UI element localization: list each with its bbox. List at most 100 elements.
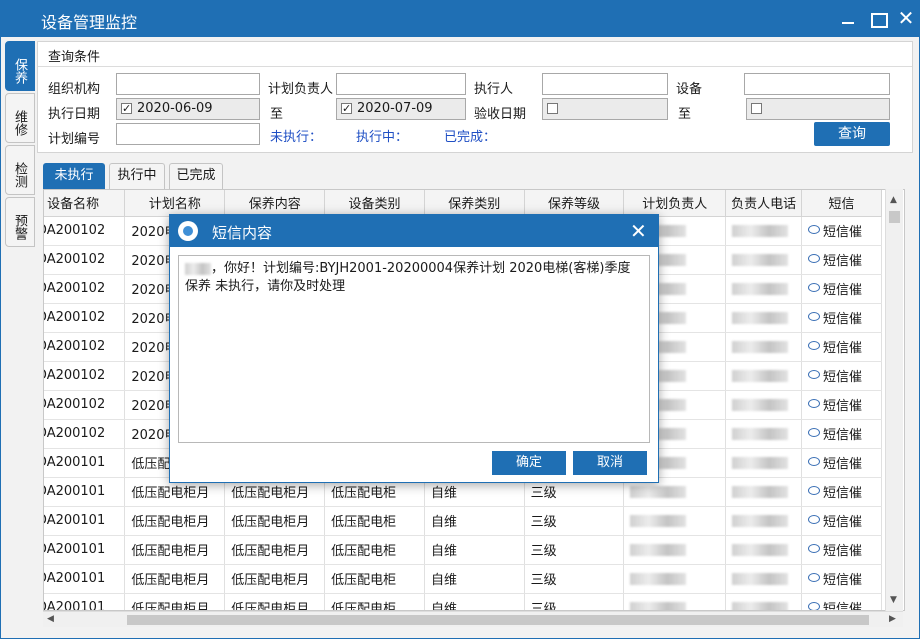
- side-tab-repair[interactable]: 维修: [5, 93, 35, 143]
- table-cell[interactable]: 短信催: [801, 419, 882, 449]
- sms-icon: [808, 457, 821, 466]
- vertical-scrollbar[interactable]: ▲ ▼: [885, 189, 903, 611]
- ok-button[interactable]: 确定: [492, 451, 566, 475]
- col-plan-owner[interactable]: 计划负责人: [623, 190, 727, 217]
- sms-remind-link[interactable]: 短信催: [823, 515, 862, 530]
- sms-remind-link[interactable]: 短信催: [823, 312, 862, 327]
- sms-remind-link[interactable]: 短信催: [823, 341, 862, 356]
- table-cell[interactable]: 短信催: [801, 303, 882, 333]
- to-label-2: 至: [678, 107, 692, 122]
- exec-date-to-field[interactable]: ✓ 2020-07-09: [336, 98, 466, 120]
- sms-remind-link[interactable]: 短信催: [823, 283, 862, 298]
- redacted-value: [732, 398, 789, 411]
- status-done: 已完成：: [444, 130, 497, 145]
- table-cell[interactable]: 短信催: [801, 564, 882, 594]
- table-cell[interactable]: 短信催: [801, 477, 882, 507]
- scroll-up-icon[interactable]: ▲: [890, 195, 897, 205]
- col-device-name[interactable]: 设备名称: [44, 190, 126, 217]
- table-row[interactable]: BDA200101低压配电柜月低压配电柜月低压配电柜自维三级短信催: [44, 564, 882, 594]
- side-tab-inspection[interactable]: 检测: [5, 145, 35, 195]
- scroll-down-icon[interactable]: ▼: [890, 595, 897, 605]
- exec-date-from-checkbox[interactable]: ✓: [121, 103, 132, 114]
- tab-pending[interactable]: 未执行: [43, 163, 105, 189]
- redacted-value: [630, 601, 687, 610]
- table-cell[interactable]: 短信催: [801, 216, 882, 246]
- plan-owner-input[interactable]: [336, 73, 466, 95]
- sms-icon: [808, 544, 821, 553]
- table-cell: [725, 390, 803, 420]
- table-cell[interactable]: 短信催: [801, 535, 882, 565]
- table-cell: BDA200102: [44, 303, 126, 333]
- sms-remind-link[interactable]: 短信催: [823, 457, 862, 472]
- accept-date-to-checkbox[interactable]: [751, 103, 762, 114]
- executor-input[interactable]: [542, 73, 668, 95]
- scroll-thumb[interactable]: [889, 211, 900, 223]
- exec-date-to-checkbox[interactable]: ✓: [341, 103, 352, 114]
- scroll-left-icon[interactable]: ◀: [47, 614, 54, 624]
- accept-date-from-field[interactable]: [542, 98, 668, 120]
- sms-remind-link[interactable]: 短信催: [823, 225, 862, 240]
- table-cell: [725, 245, 803, 275]
- table-cell: 低压配电柜月: [224, 564, 326, 594]
- sms-remind-link[interactable]: 短信催: [823, 544, 862, 559]
- table-cell: 低压配电柜月: [124, 535, 226, 565]
- table-row[interactable]: BDA200101低压配电柜月低压配电柜月低压配电柜自维三级短信催: [44, 593, 882, 610]
- sms-icon: [808, 602, 821, 610]
- sms-remind-link[interactable]: 短信催: [823, 602, 862, 610]
- accept-date-from-checkbox[interactable]: [547, 103, 558, 114]
- side-tab-warning[interactable]: 预警: [5, 197, 35, 247]
- tab-done[interactable]: 已完成: [169, 163, 223, 189]
- close-icon[interactable]: ✕: [895, 8, 917, 29]
- table-cell: BDA200101: [44, 535, 126, 565]
- table-cell[interactable]: 短信催: [801, 448, 882, 478]
- org-input[interactable]: [116, 73, 260, 95]
- query-button[interactable]: 查询: [814, 122, 890, 146]
- minimize-icon[interactable]: [837, 9, 859, 29]
- col-content[interactable]: 保养内容: [224, 190, 326, 217]
- horizontal-scrollbar[interactable]: ◀ ▶: [43, 611, 903, 627]
- cancel-button[interactable]: 取消: [573, 451, 647, 475]
- table-cell[interactable]: 短信催: [801, 361, 882, 391]
- scroll-right-icon[interactable]: ▶: [889, 614, 896, 624]
- sms-remind-link[interactable]: 短信催: [823, 428, 862, 443]
- table-cell[interactable]: 短信催: [801, 506, 882, 536]
- table-cell: BDA200101: [44, 564, 126, 594]
- accept-date-to-field[interactable]: [746, 98, 890, 120]
- table-cell: 低压配电柜月: [124, 564, 226, 594]
- table-row[interactable]: BDA200101低压配电柜月低压配电柜月低压配电柜自维三级短信催: [44, 506, 882, 536]
- maximize-icon[interactable]: [867, 9, 889, 29]
- sms-remind-link[interactable]: 短信催: [823, 370, 862, 385]
- side-tab-maintenance[interactable]: 保养: [5, 41, 35, 91]
- col-device-type[interactable]: 设备类别: [324, 190, 425, 217]
- table-cell[interactable]: 短信催: [801, 390, 882, 420]
- sms-remind-link[interactable]: 短信催: [823, 573, 862, 588]
- col-plan-name[interactable]: 计划名称: [124, 190, 226, 217]
- sms-content-textarea[interactable]: ，你好！计划编号:BYJH2001-20200004保养计划 2020电梯(客梯…: [178, 255, 650, 443]
- dialog-close-icon[interactable]: ✕: [630, 219, 647, 243]
- table-cell[interactable]: 短信催: [801, 332, 882, 362]
- table-cell[interactable]: 短信催: [801, 245, 882, 275]
- table-row[interactable]: BDA200101低压配电柜月低压配电柜月低压配电柜自维三级短信催: [44, 535, 882, 565]
- col-maint-level[interactable]: 保养等级: [524, 190, 625, 217]
- table-cell: 低压配电柜: [324, 564, 425, 594]
- sms-remind-link[interactable]: 短信催: [823, 399, 862, 414]
- plan-no-input[interactable]: [116, 123, 260, 145]
- sms-remind-link[interactable]: 短信催: [823, 254, 862, 269]
- redacted-name: [185, 262, 211, 275]
- table-cell: 低压配电柜月: [124, 506, 226, 536]
- col-maint-type[interactable]: 保养类别: [424, 190, 525, 217]
- col-owner-phone[interactable]: 负责人电话: [725, 190, 803, 217]
- table-cell: [725, 332, 803, 362]
- dialog-header: 短信内容 ✕: [170, 215, 658, 247]
- table-cell: BDA200102: [44, 216, 126, 246]
- col-sms[interactable]: 短信: [801, 190, 882, 217]
- device-input[interactable]: [744, 73, 890, 95]
- table-cell[interactable]: 短信催: [801, 593, 882, 610]
- table-cell[interactable]: 短信催: [801, 274, 882, 304]
- tab-in-progress[interactable]: 执行中: [109, 163, 165, 189]
- title-bar: 设备管理监控 ✕: [1, 1, 919, 37]
- hscroll-thumb[interactable]: [127, 615, 869, 625]
- table-cell: [623, 593, 727, 610]
- exec-date-from-field[interactable]: ✓ 2020-06-09: [116, 98, 260, 120]
- sms-remind-link[interactable]: 短信催: [823, 486, 862, 501]
